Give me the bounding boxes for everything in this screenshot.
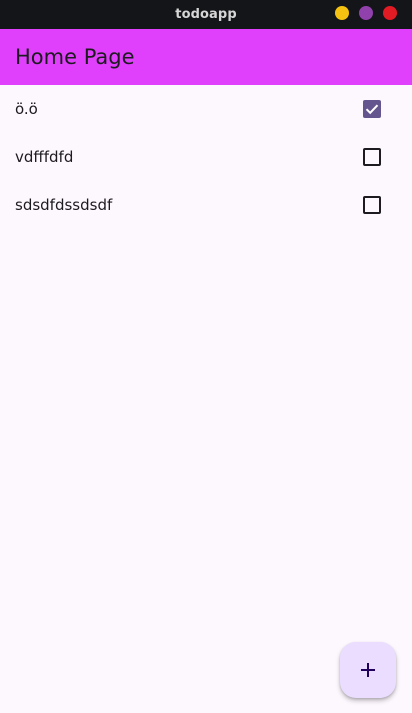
add-todo-button[interactable]: [340, 642, 396, 698]
minimize-button[interactable]: [335, 6, 349, 20]
todo-item-0[interactable]: ö.ö: [0, 85, 412, 133]
title-bar[interactable]: todoapp: [0, 0, 412, 29]
checkmark-icon: [365, 104, 379, 115]
app-bar: Home Page: [0, 29, 412, 85]
todo-checkbox[interactable]: [363, 196, 381, 214]
maximize-button[interactable]: [359, 6, 373, 20]
app-window: todoapp Home Page ö.ö vdfffdfd sdsdfdssd…: [0, 0, 412, 713]
plus-icon: [361, 663, 375, 677]
window-title: todoapp: [175, 7, 237, 22]
todo-label: vdfffdfd: [15, 148, 74, 166]
todo-checkbox[interactable]: [363, 100, 381, 118]
todo-item-1[interactable]: vdfffdfd: [0, 133, 412, 181]
todo-checkbox[interactable]: [363, 148, 381, 166]
todo-item-2[interactable]: sdsdfdssdsdf: [0, 181, 412, 229]
page-title: Home Page: [15, 45, 135, 69]
close-button[interactable]: [383, 6, 397, 20]
todo-label: ö.ö: [15, 100, 38, 118]
todo-list: ö.ö vdfffdfd sdsdfdssdsdf: [0, 85, 412, 229]
todo-label: sdsdfdssdsdf: [15, 196, 113, 214]
